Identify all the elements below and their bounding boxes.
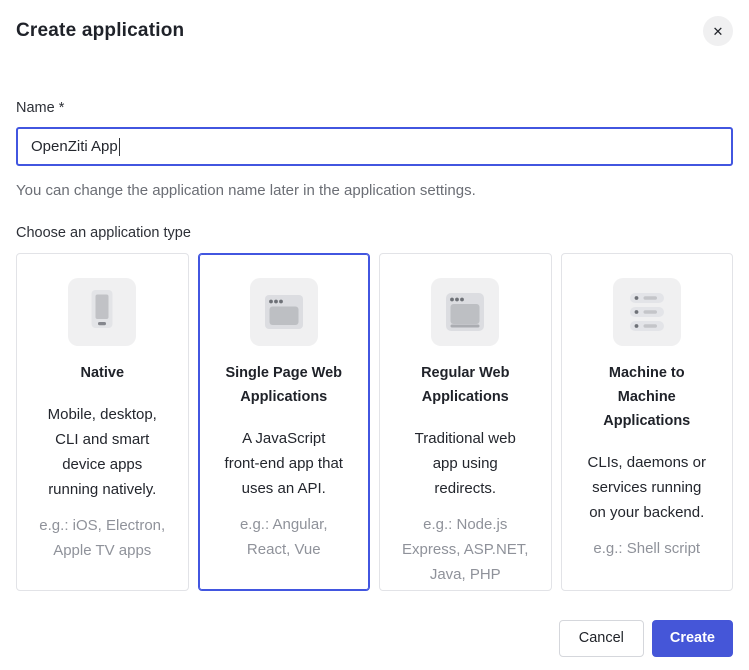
application-name-input[interactable]: OpenZiti App: [16, 127, 733, 166]
card-description: A JavaScript front-end app that uses an …: [209, 426, 360, 501]
card-example: e.g.: Angular, React, Vue: [209, 512, 360, 562]
close-button[interactable]: ✕: [703, 16, 733, 46]
modal-footer: Cancel Create: [16, 620, 733, 657]
app-type-card-regular-web[interactable]: Regular Web Applications Traditional web…: [379, 253, 552, 591]
text-cursor: [119, 138, 121, 156]
card-description: Mobile, desktop, CLI and smart device ap…: [27, 402, 178, 502]
application-name-value: OpenZiti App: [31, 138, 118, 155]
create-button[interactable]: Create: [652, 620, 733, 657]
mobile-phone-icon: [68, 278, 136, 346]
browser-window-icon: [250, 278, 318, 346]
cancel-button[interactable]: Cancel: [559, 620, 644, 657]
card-title: Native: [27, 361, 178, 385]
application-type-label: Choose an application type: [16, 225, 733, 242]
application-type-cards: Native Mobile, desktop, CLI and smart de…: [16, 253, 733, 591]
close-icon: ✕: [713, 25, 724, 38]
app-type-card-spa[interactable]: Single Page Web Applications A JavaScrip…: [198, 253, 371, 591]
card-title: Single Page Web Applications: [209, 361, 360, 409]
card-example: e.g.: iOS, Electron, Apple TV apps: [27, 513, 178, 563]
name-helper-text: You can change the application name late…: [16, 182, 733, 200]
card-title: Regular Web Applications: [390, 361, 541, 409]
app-type-card-m2m[interactable]: Machine to Machine Applications CLIs, da…: [561, 253, 734, 591]
card-example: e.g.: Shell script: [572, 536, 723, 561]
name-label: Name *: [16, 100, 733, 117]
app-type-card-native[interactable]: Native Mobile, desktop, CLI and smart de…: [16, 253, 189, 591]
card-description: CLIs, daemons or services running on you…: [572, 450, 723, 525]
card-title: Machine to Machine Applications: [572, 361, 723, 433]
server-stack-icon: [613, 278, 681, 346]
card-description: Traditional web app using redirects.: [390, 426, 541, 501]
modal-header: Create application ✕: [16, 18, 733, 48]
card-example: e.g.: Node.js Express, ASP.NET, Java, PH…: [390, 512, 541, 587]
web-app-window-icon: [431, 278, 499, 346]
create-application-modal: Create application ✕ Name * OpenZiti App…: [0, 0, 749, 670]
page-title: Create application: [16, 18, 184, 44]
